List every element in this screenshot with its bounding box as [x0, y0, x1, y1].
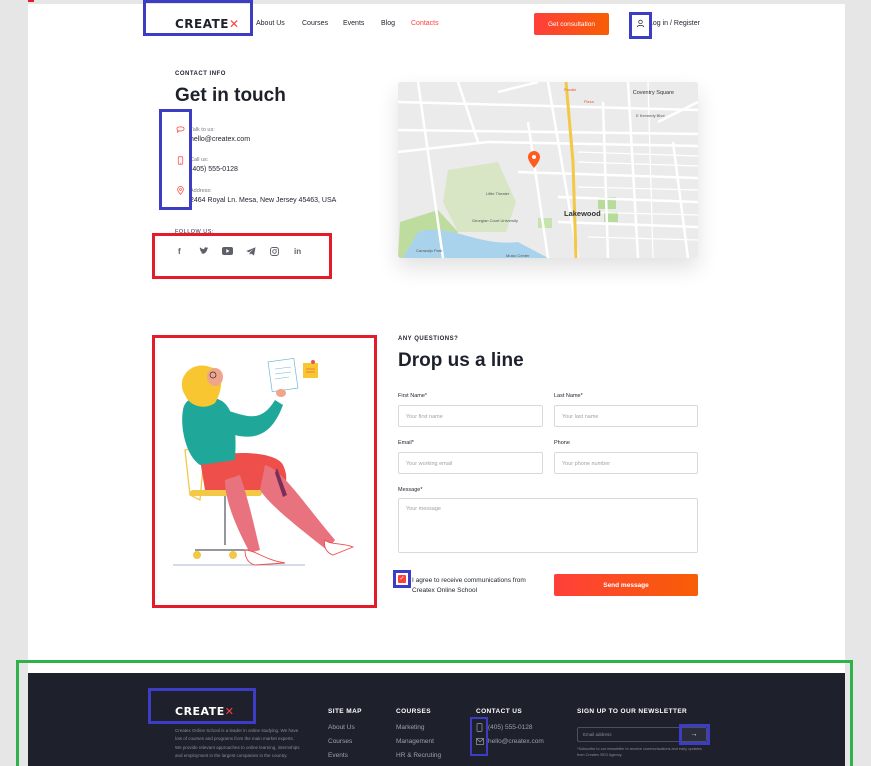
twitter-icon[interactable]	[199, 247, 209, 257]
footer-logo[interactable]: CREATE✕	[175, 705, 234, 718]
footer-link-events[interactable]: Events	[328, 752, 348, 759]
address-label: Address:	[190, 188, 212, 194]
talk-label: Talk to us:	[190, 127, 215, 133]
nav-item-contacts[interactable]: Contacts	[411, 20, 439, 27]
footer-link-about[interactable]: About Us	[328, 724, 355, 731]
footer-contact-email[interactable]: hello@createx.com	[488, 738, 544, 745]
phone-icon	[476, 723, 483, 732]
contact-phone-link[interactable]: (405) 555-0128	[190, 166, 238, 173]
address-value: 2464 Royal Ln. Mesa, New Jersey 45463, U…	[190, 197, 337, 204]
login-register-label: Log in / Register	[649, 20, 700, 27]
footer-link-management[interactable]: Management	[396, 738, 434, 745]
nav-item-blog[interactable]: Blog	[381, 20, 395, 27]
map-label-lakewood: Lakewood	[564, 209, 601, 218]
phone-label: Phone	[554, 440, 570, 446]
last-name-label: Last Name*	[554, 393, 583, 399]
map-label-kennedy: E Kennedy Blvd	[636, 113, 664, 118]
call-label: Call us:	[190, 157, 209, 163]
user-icon	[636, 19, 645, 28]
newsletter-submit-button[interactable]: →	[682, 728, 706, 741]
email-field[interactable]: Your working email	[398, 452, 543, 474]
get-consultation-button[interactable]: Get consultation	[534, 13, 609, 35]
chat-icon	[176, 126, 185, 133]
get-in-touch-title: Get in touch	[175, 85, 286, 106]
footer-contact-phone[interactable]: (405) 555-0128	[488, 724, 532, 731]
footer-link-courses[interactable]: Courses	[328, 738, 352, 745]
mail-icon	[476, 738, 484, 745]
nav-item-events[interactable]: Events	[343, 20, 364, 27]
map-graphic: Coventry Square E Kennedy Blvd Little Th…	[398, 82, 698, 258]
follow-us-label: FOLLOW US:	[175, 229, 214, 235]
youtube-icon[interactable]	[222, 247, 233, 257]
send-message-button[interactable]: Send message	[554, 574, 698, 596]
message-textarea[interactable]: Your message	[398, 498, 698, 553]
location-pin-icon	[177, 186, 184, 195]
first-name-label: First Name*	[398, 393, 428, 399]
agree-checkbox[interactable]: ✓	[398, 575, 406, 583]
nav-item-about[interactable]: About Us	[256, 20, 285, 27]
map-label-coventry: Coventry Square	[633, 90, 674, 96]
map-label-georgian: Georgian Court University	[472, 218, 518, 223]
contact-info-eyebrow: CONTACT INFO	[175, 71, 226, 77]
phone-field[interactable]: Your phone number	[554, 452, 698, 474]
map-label-pizza: Pizza	[584, 99, 595, 104]
phone-icon	[177, 156, 184, 165]
contact-illustration	[165, 355, 365, 575]
header-logo[interactable]: CREATE✕	[175, 17, 240, 31]
map-label-foodie: Foodie	[564, 87, 577, 92]
first-name-field[interactable]: Your first name	[398, 405, 543, 427]
contact-email-link[interactable]: hello@createx.com	[190, 136, 250, 143]
newsletter-title: SIGN UP TO OUR NEWSLETTER	[577, 708, 688, 715]
email-label: Email*	[398, 440, 414, 446]
facebook-icon[interactable]: f	[178, 247, 181, 256]
last-name-field[interactable]: Your last name	[554, 405, 698, 427]
footer-description: Createx Online School is a leader in onl…	[175, 728, 300, 758]
map-label-little-theater: Little Theater	[486, 191, 510, 196]
map-label-carasaljo: Carasaljo Park	[416, 248, 442, 253]
drop-us-a-line-title: Drop us a line	[398, 350, 524, 371]
map-label-music: Music Center	[506, 253, 530, 258]
nav-item-courses[interactable]: Courses	[302, 20, 328, 27]
contact-us-title: CONTACT US	[476, 708, 523, 715]
location-map[interactable]: Coventry Square E Kennedy Blvd Little Th…	[398, 82, 698, 258]
agree-label: I agree to receive communications from C…	[412, 577, 526, 594]
instagram-icon[interactable]	[270, 247, 279, 258]
linkedin-icon[interactable]: in	[294, 247, 301, 256]
courses-title: COURSES	[396, 708, 431, 715]
sitemap-title: SITE MAP	[328, 708, 362, 715]
login-register-link[interactable]: Log in / Register	[636, 19, 700, 28]
any-questions-eyebrow: ANY QUESTIONS?	[398, 336, 459, 342]
footer-link-hr[interactable]: HR & Recruting	[396, 752, 441, 759]
edge-marker	[28, 0, 34, 2]
footer-link-marketing[interactable]: Marketing	[396, 724, 425, 731]
newsletter-note: *Subscribe to our newsletter to receive …	[577, 747, 702, 757]
message-label: Message*	[398, 487, 423, 493]
telegram-icon[interactable]	[246, 247, 256, 258]
